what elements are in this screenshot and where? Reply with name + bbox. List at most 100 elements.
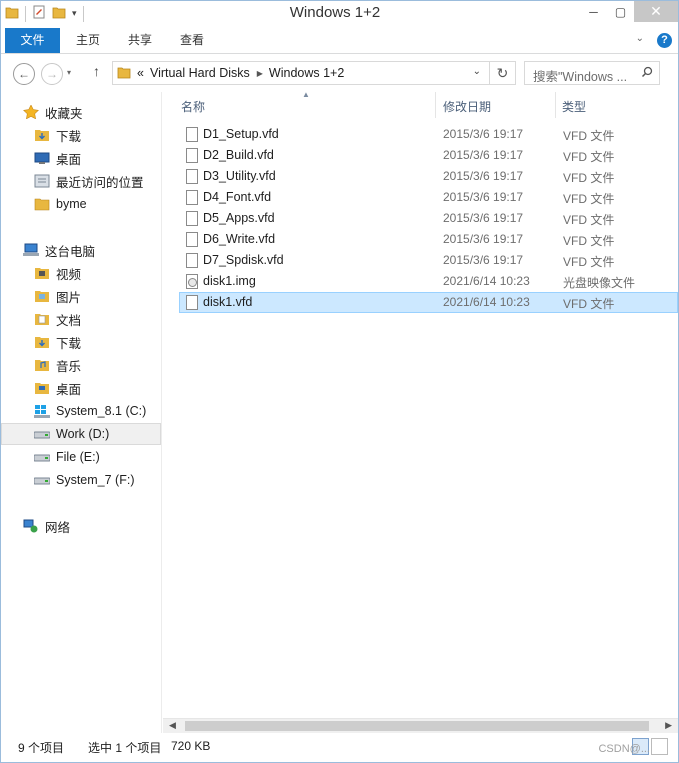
column-date[interactable]: 修改日期 [443, 98, 491, 115]
back-button[interactable]: ← [13, 63, 35, 85]
nav-label: System_7 (F:) [56, 473, 135, 487]
selected-count: 选中 1 个项目 [88, 741, 162, 755]
file-name: D1_Setup.vfd [203, 127, 279, 141]
selected-size: 720 KB [171, 739, 211, 753]
nav-this-pc[interactable]: 这台电脑 [1, 239, 161, 261]
file-name: disk1.vfd [203, 295, 253, 309]
file-name: D5_Apps.vfd [203, 211, 275, 225]
nav-favorites[interactable]: 收藏夹 [1, 101, 161, 123]
large-icons-view-icon[interactable] [651, 738, 668, 755]
tab-view[interactable]: 查看 [171, 28, 213, 53]
column-name[interactable]: 名称 [181, 98, 205, 115]
table-row[interactable]: D2_Build.vfd 2015/3/6 19:17 VFD 文件 [179, 145, 678, 166]
nav-item-byme[interactable]: byme [1, 193, 161, 215]
tab-share[interactable]: 共享 [119, 28, 161, 53]
breadcrumb-virtual-hard-disks[interactable]: Virtual Hard Disks [150, 66, 250, 80]
column-divider[interactable] [435, 92, 436, 118]
search-icon[interactable] [641, 66, 653, 81]
tab-home[interactable]: 主页 [67, 28, 109, 53]
file-type: VFD 文件 [563, 213, 615, 227]
chevron-down-icon[interactable]: ⌄ [473, 66, 481, 77]
file-icon [186, 169, 198, 184]
table-row[interactable]: D7_Spdisk.vfd 2015/3/6 19:17 VFD 文件 [179, 250, 678, 271]
nav-item-pictures[interactable]: 图片 [1, 285, 161, 307]
nav-item-drive-e[interactable]: File (E:) [1, 446, 161, 468]
nav-item-drive-c[interactable]: System_8.1 (C:) [1, 400, 161, 422]
explorer-window: ▾ Windows 1+2 ─ ▢ ✕ 文件 主页 共享 查看 ⌄ ? ← → … [0, 0, 679, 763]
recent-locations-icon[interactable]: ▾ [67, 68, 71, 77]
file-icon [186, 253, 198, 268]
table-row[interactable]: D6_Write.vfd 2015/3/6 19:17 VFD 文件 [179, 229, 678, 250]
column-header: ▲ 名称 修改日期 类型 [163, 90, 678, 118]
file-date: 2015/3/6 19:17 [443, 232, 524, 246]
table-row[interactable]: D3_Utility.vfd 2015/3/6 19:17 VFD 文件 [179, 166, 678, 187]
file-type: VFD 文件 [563, 255, 615, 269]
file-date: 2015/3/6 19:17 [443, 148, 524, 162]
minimize-button[interactable]: ─ [580, 1, 607, 22]
file-date: 2021/6/14 10:23 [443, 295, 530, 309]
scroll-left-icon[interactable]: ◀ [169, 720, 176, 731]
hard-drive-icon [33, 427, 51, 441]
table-row[interactable]: D5_Apps.vfd 2015/3/6 19:17 VFD 文件 [179, 208, 678, 229]
breadcrumb-separator-icon[interactable]: ▶ [257, 69, 263, 78]
table-row[interactable]: D4_Font.vfd 2015/3/6 19:17 VFD 文件 [179, 187, 678, 208]
nav-label: 这台电脑 [45, 244, 96, 259]
windows-drive-icon [34, 404, 50, 418]
file-date: 2015/3/6 19:17 [443, 190, 524, 204]
nav-item-desktop-pc[interactable]: 桌面 [1, 377, 161, 399]
documents-folder-icon [34, 312, 50, 326]
pictures-folder-icon [34, 289, 50, 303]
nav-item-desktop[interactable]: 桌面 [1, 147, 161, 169]
file-type: VFD 文件 [563, 171, 615, 185]
file-icon [186, 211, 198, 226]
breadcrumb-overflow[interactable]: « [137, 66, 144, 80]
arrow-left-icon: ← [18, 67, 30, 81]
file-type: VFD 文件 [563, 129, 615, 143]
nav-item-videos[interactable]: 视频 [1, 262, 161, 284]
network-icon [23, 519, 39, 533]
nav-label: byme [56, 197, 87, 211]
tab-file[interactable]: 文件 [5, 28, 60, 53]
table-row[interactable]: D1_Setup.vfd 2015/3/6 19:17 VFD 文件 [179, 124, 678, 145]
nav-label: Work (D:) [56, 427, 110, 441]
downloads-folder-icon [34, 335, 50, 349]
nav-item-drive-d[interactable]: Work (D:) [1, 423, 161, 445]
help-icon[interactable]: ? [657, 33, 672, 48]
hard-drive-icon [33, 450, 51, 464]
computer-icon [23, 243, 39, 257]
nav-item-music[interactable]: 音乐 [1, 354, 161, 376]
address-bar[interactable]: « Virtual Hard Disks ▶ Windows 1+2 ⌄ ↻ [112, 61, 516, 85]
file-name: disk1.img [203, 274, 256, 288]
close-button[interactable]: ✕ [634, 1, 678, 22]
column-divider[interactable] [555, 92, 556, 118]
horizontal-scrollbar[interactable]: ◀ ▶ [163, 718, 678, 733]
breadcrumb-windows[interactable]: Windows 1+2 [269, 66, 344, 80]
nav-network[interactable]: 网络 [1, 515, 161, 537]
file-date: 2015/3/6 19:17 [443, 127, 524, 141]
up-button[interactable]: ↑ [93, 63, 100, 79]
nav-item-recent-places[interactable]: 最近访问的位置 [1, 170, 161, 192]
table-row[interactable]: disk1.img 2021/6/14 10:23 光盘映像文件 [179, 271, 678, 292]
nav-label: 网络 [45, 520, 71, 535]
nav-item-downloads[interactable]: 下载 [1, 124, 161, 146]
nav-item-drive-f[interactable]: System_7 (F:) [1, 469, 161, 491]
nav-item-documents[interactable]: 文档 [1, 308, 161, 330]
refresh-button[interactable]: ↻ [489, 62, 515, 84]
maximize-button[interactable]: ▢ [607, 1, 634, 22]
navigation-pane: 收藏夹 下载 桌面 最近访问的位置 byme 这台电脑 视频 图片 文档 下载 … [1, 92, 162, 733]
recent-places-icon [34, 174, 50, 188]
column-type[interactable]: 类型 [562, 98, 586, 115]
videos-folder-icon [34, 266, 50, 280]
forward-button[interactable]: → [41, 63, 63, 85]
scrollbar-thumb[interactable] [185, 721, 649, 731]
table-row-selected[interactable]: disk1.vfd 2021/6/14 10:23 VFD 文件 [179, 292, 678, 313]
folder-icon [34, 197, 50, 211]
nav-label: 最近访问的位置 [56, 175, 144, 190]
nav-item-downloads-pc[interactable]: 下载 [1, 331, 161, 353]
nav-label: 音乐 [56, 359, 82, 374]
chevron-down-icon[interactable]: ⌄ [636, 33, 644, 44]
scroll-right-icon[interactable]: ▶ [665, 720, 672, 731]
search-input[interactable]: 搜索"Windows ... [524, 61, 660, 85]
file-list: ▲ 名称 修改日期 类型 D1_Setup.vfd 2015/3/6 19:17… [163, 90, 678, 718]
nav-label: 图片 [56, 290, 82, 305]
